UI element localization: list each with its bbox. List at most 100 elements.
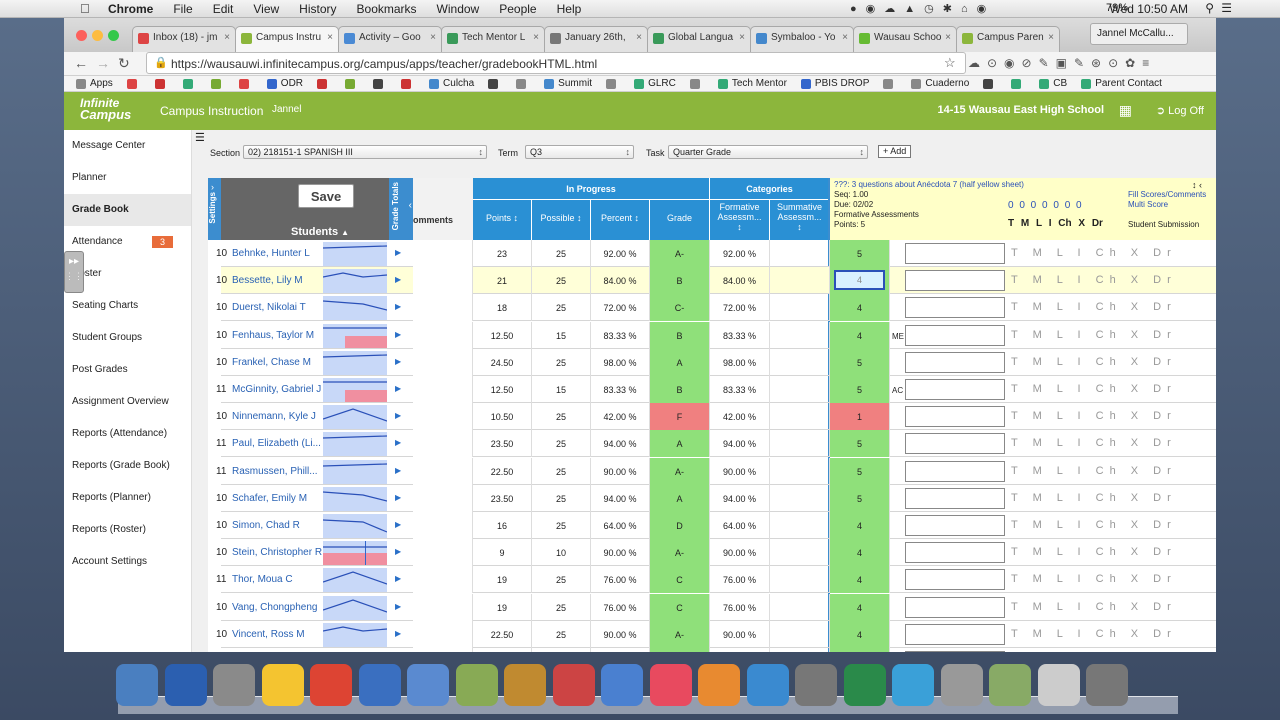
tab-close-icon[interactable]: × xyxy=(533,32,539,43)
comment-indicator[interactable]: ME xyxy=(892,332,904,341)
sidebar-item[interactable]: Assignment Overview xyxy=(64,386,191,418)
comments-cell[interactable] xyxy=(413,648,473,652)
flag-toggles[interactable]: T M L I Ch X Dr xyxy=(1011,492,1177,504)
apps-grid-icon[interactable]: ▦ xyxy=(1119,102,1132,119)
score-cell[interactable]: 5 xyxy=(830,457,890,485)
tab-close-icon[interactable]: × xyxy=(739,32,745,43)
comments-cell[interactable] xyxy=(413,348,473,376)
comments-cell[interactable] xyxy=(413,403,473,431)
menu-file[interactable]: File xyxy=(173,2,192,16)
score-cell[interactable]: 4 xyxy=(830,566,890,594)
menu-history[interactable]: History xyxy=(299,2,336,16)
bookmark-item[interactable]: GLRC xyxy=(634,78,676,89)
student-row[interactable]: 10 Fenhaus, Taylor M ▶ 12.50 15 83.33 % B 83.33… xyxy=(208,321,1216,349)
student-name-link[interactable]: Rasmussen, Phill... xyxy=(232,458,318,485)
sidebar-item[interactable]: Account Settings xyxy=(64,546,191,578)
bookmark-item[interactable] xyxy=(154,78,169,89)
grade-totals-tab[interactable]: Grade Totals ‹ xyxy=(389,178,413,240)
bookmark-item[interactable] xyxy=(488,78,502,89)
score-cell[interactable]: 5 xyxy=(830,376,890,403)
tab-close-icon[interactable]: × xyxy=(327,32,333,43)
comments-cell[interactable] xyxy=(413,539,473,567)
bookmark-item[interactable] xyxy=(883,78,897,89)
bookmark-item[interactable]: PBIS DROP xyxy=(800,78,869,89)
student-row[interactable]: 10 Vincent, Ross M ▶ 22.50 25 90.00 % A- 90.00 … xyxy=(208,620,1216,648)
score-cell[interactable]: 4 xyxy=(830,321,890,349)
bookmark-item[interactable]: Parent Contact xyxy=(1081,78,1162,89)
student-name-link[interactable]: Simon, Chad R xyxy=(232,512,300,539)
expand-row-icon[interactable]: ▶ xyxy=(395,384,401,393)
comments-cell[interactable] xyxy=(413,566,473,594)
score-cell[interactable]: 4 xyxy=(830,267,890,295)
formative-column-header[interactable]: Formative Assessm... ↕ xyxy=(710,200,770,240)
student-row[interactable]: 10 Ninnemann, Kyle J ▶ 10.50 25 42.00 % F 42.00… xyxy=(208,403,1216,431)
student-name-link[interactable]: Duerst, Nikolai T xyxy=(232,294,306,321)
tab-close-icon[interactable]: × xyxy=(636,32,642,43)
comment-indicator[interactable]: AC xyxy=(892,386,903,395)
bookmark-item[interactable]: Tech Mentor xyxy=(717,78,787,89)
student-row[interactable]: 10 Stein, Christopher R ▶ 9 10 90.00 % A- 90.00… xyxy=(208,539,1216,567)
flag-toggles[interactable]: T M L I Ch X Dr xyxy=(1011,329,1177,341)
logoff-button[interactable]: ➲ Log Off xyxy=(1156,104,1204,117)
bookmark-item[interactable] xyxy=(689,78,704,89)
expand-row-icon[interactable]: ▶ xyxy=(395,466,401,475)
profile-button[interactable]: Jannel McCallu... xyxy=(1090,23,1188,45)
comments-cell[interactable] xyxy=(413,512,473,539)
flag-toggles[interactable]: T M L I Ch X Dr xyxy=(1011,465,1177,477)
comments-cell[interactable] xyxy=(413,484,473,512)
dock-app-icon[interactable] xyxy=(843,664,886,706)
tab-close-icon[interactable]: × xyxy=(945,32,951,43)
expand-row-icon[interactable]: ▶ xyxy=(395,302,401,311)
term-select[interactable]: Q3 ↕ xyxy=(525,145,634,159)
student-row[interactable]: 10 Vang, Chongpheng ▶ 19 25 76.00 % C 76.00 % 4 T… xyxy=(208,593,1216,621)
browser-tab[interactable]: January 26th, × xyxy=(544,26,648,52)
tab-close-icon[interactable]: × xyxy=(842,32,848,43)
flag-toggles[interactable]: T M L I Ch X Dr xyxy=(1011,546,1177,558)
flag-toggles[interactable]: T M L I Ch X Dr xyxy=(1011,247,1177,259)
student-row[interactable]: 10 Duerst, Nikolai T ▶ 18 25 72.00 % C- 72.00 %… xyxy=(208,294,1216,322)
summative-column-header[interactable]: Summative Assessm... ↕ xyxy=(770,200,830,240)
comment-input[interactable] xyxy=(905,379,1005,400)
expand-row-icon[interactable]: ▶ xyxy=(395,520,401,529)
comment-input[interactable] xyxy=(905,460,1005,482)
flag-toggles[interactable]: T M L I Ch X Dr xyxy=(1011,356,1177,368)
flag-toggles[interactable]: T M L I Ch X Dr xyxy=(1011,601,1177,613)
expand-row-icon[interactable]: ▶ xyxy=(395,602,401,611)
bookmark-item[interactable] xyxy=(317,78,331,89)
menu-help[interactable]: Help xyxy=(557,2,582,16)
multi-score-link[interactable]: Multi Score xyxy=(1128,200,1168,209)
reload-icon[interactable]: ↻ xyxy=(118,55,130,72)
student-row[interactable]: 10 Frankel, Chase M ▶ 24.50 25 98.00 % A 98.00 … xyxy=(208,348,1216,376)
close-window-button[interactable] xyxy=(76,30,87,41)
expand-row-icon[interactable]: ▶ xyxy=(395,493,401,502)
bookmark-item[interactable] xyxy=(606,78,620,89)
score-cell[interactable]: 5 xyxy=(830,430,890,458)
browser-tab[interactable]: Symbaloo - Yo × xyxy=(750,26,854,52)
tab-close-icon[interactable]: × xyxy=(1048,32,1054,43)
dock-app-icon[interactable] xyxy=(795,664,837,706)
sidebar-item[interactable]: Reports (Grade Book) xyxy=(64,450,191,482)
student-row[interactable]: 10 Behnke, Hunter L ▶ 23 25 92.00 % A- 92.00 % 5… xyxy=(208,240,1216,267)
section-select[interactable]: 02) 218151-1 SPANISH III ↕ xyxy=(243,145,487,159)
menu-bookmarks[interactable]: Bookmarks xyxy=(357,2,417,16)
expand-row-icon[interactable]: ▶ xyxy=(395,438,401,447)
bookmark-item[interactable] xyxy=(373,78,387,89)
menu-edit[interactable]: Edit xyxy=(213,2,234,16)
address-bar[interactable]: 🔒 https://wausauwi.infinitecampus.org/ca… xyxy=(146,52,966,74)
score-cell[interactable]: 4 xyxy=(830,648,890,652)
dock-app-icon[interactable] xyxy=(1037,664,1080,706)
bookmark-item[interactable]: Culcha xyxy=(429,78,474,89)
student-name-link[interactable]: Vincent, Ross M xyxy=(232,621,305,648)
flag-toggles[interactable]: T M L I Ch X Dr xyxy=(1011,410,1177,422)
student-row[interactable]: 11 Paul, Elizabeth (Li... ▶ 23.50 25 94.00 % A… xyxy=(208,430,1216,458)
points-column-header[interactable]: Points ↕ xyxy=(473,200,532,240)
expand-row-icon[interactable]: ▶ xyxy=(395,629,401,638)
dock-app-icon[interactable] xyxy=(1086,664,1128,706)
infinite-campus-logo[interactable]: Infinite Campus xyxy=(80,97,131,121)
dock-app-icon[interactable] xyxy=(455,664,498,706)
school-name[interactable]: 14-15 Wausau East High School xyxy=(938,104,1104,116)
bookmark-item[interactable] xyxy=(1011,78,1025,89)
comment-input[interactable] xyxy=(905,569,1005,591)
score-cell[interactable]: 5 xyxy=(830,240,890,267)
comment-input[interactable] xyxy=(905,297,1005,319)
